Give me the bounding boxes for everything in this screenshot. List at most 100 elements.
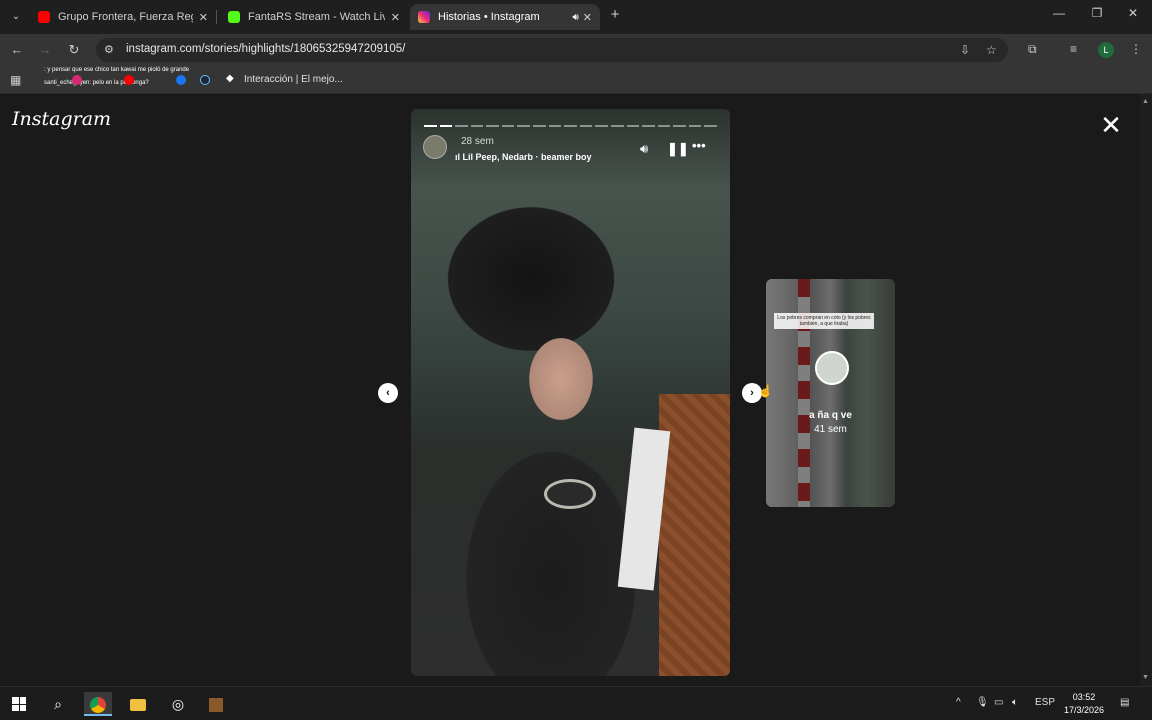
- story-music-label: Lil Peep, Nedarb · beamer boy: [462, 152, 592, 162]
- chrome-taskbar-icon[interactable]: [84, 692, 112, 716]
- hand-cursor-icon: ☝: [758, 384, 773, 398]
- search-icon[interactable]: ⌕: [44, 692, 72, 716]
- install-app-icon[interactable]: ⇩: [960, 43, 970, 57]
- media-control-icon[interactable]: ≡: [1070, 42, 1077, 56]
- progress-segment: [564, 125, 577, 127]
- forward-icon[interactable]: →: [36, 41, 54, 59]
- new-tab-button[interactable]: +: [606, 6, 624, 26]
- extensions-icon[interactable]: ⧉: [1028, 42, 1037, 57]
- story-music[interactable]: ıl Lil Peep, Nedarb · beamer boy: [455, 152, 592, 162]
- clock-date: 17/3/2026: [1063, 705, 1105, 715]
- close-window-icon[interactable]: ✕: [1120, 6, 1146, 20]
- minimize-icon[interactable]: —: [1046, 6, 1072, 20]
- restore-icon[interactable]: ❐: [1084, 6, 1110, 20]
- profile-avatar[interactable]: L: [1098, 42, 1114, 58]
- story-avatar[interactable]: [423, 135, 447, 159]
- tab-separator: [216, 10, 217, 24]
- scroll-down-icon[interactable]: ▼: [1142, 674, 1149, 681]
- menu-kebab-icon[interactable]: ⋮: [1130, 42, 1142, 56]
- progress-segment: [626, 125, 640, 127]
- page-scrollbar[interactable]: ▲ ▼: [1140, 94, 1152, 686]
- bookmark-overlay-text: : y pensar que ese chico tan kawai me pi…: [44, 67, 190, 73]
- windows-taskbar: ⌕ ◎ ^ 🎙︎ ▭ 🔈︎ ESP 03:52 17/3/2026 ▤: [0, 686, 1152, 720]
- bookmark-instagram-icon[interactable]: [72, 75, 82, 85]
- tab-close-icon[interactable]: ✕: [391, 11, 400, 24]
- previous-story-button[interactable]: ‹: [378, 383, 398, 403]
- file-explorer-icon[interactable]: [124, 692, 152, 716]
- next-story-caption: Los pobres compran en coto (y los pobres…: [774, 313, 874, 329]
- bookmark-star-icon[interactable]: ☆: [986, 43, 997, 57]
- youtube-icon: [38, 11, 50, 23]
- bookmark-interaccion[interactable]: ◆ Interacción | El mejo...: [226, 73, 343, 85]
- bookmark-steam-icon[interactable]: [200, 75, 210, 85]
- obs-icon[interactable]: ◎: [164, 692, 192, 716]
- address-bar[interactable]: ⚙ instagram.com/stories/highlights/18065…: [96, 38, 1008, 62]
- progress-segment: [439, 125, 453, 127]
- browser-toolbar: ← → ↻ ⚙ instagram.com/stories/highlights…: [0, 34, 1152, 66]
- pause-icon[interactable]: ❚❚: [667, 141, 689, 157]
- progress-segment: [610, 125, 624, 127]
- music-wave-icon: ıl: [455, 152, 463, 162]
- next-story-time: 41 sem: [814, 424, 847, 435]
- windows-start-icon[interactable]: [12, 697, 26, 711]
- tab-title: Historias • Instagram: [438, 11, 540, 23]
- taskbar-clock[interactable]: 03:52 17/3/2026: [1060, 691, 1108, 717]
- progress-segment: [595, 125, 608, 127]
- close-story-icon[interactable]: ✕: [1100, 112, 1122, 138]
- site-info-icon[interactable]: ⚙: [104, 43, 118, 57]
- next-story-name: a ña q ve: [809, 410, 852, 421]
- scroll-up-icon[interactable]: ▲: [1142, 98, 1149, 105]
- speaker-icon[interactable]: 🔊︎: [572, 12, 578, 23]
- progress-segment: [704, 125, 717, 127]
- language-indicator[interactable]: ESP: [1035, 697, 1055, 708]
- next-story-avatar: [815, 351, 849, 385]
- bookmark-label: Interacción | El mejo...: [244, 73, 343, 85]
- tray-chevron-icon[interactable]: ^: [956, 697, 961, 708]
- progress-segment: [548, 125, 562, 127]
- progress-segment: [517, 125, 531, 127]
- story-progress-bar: [424, 125, 717, 127]
- progress-segment: [688, 125, 702, 127]
- speaker-tray-icon[interactable]: 🔈︎: [1012, 697, 1018, 708]
- tab-strip: ⌄ Grupo Frontera, Fuerza Regida ✕ FantaR…: [0, 0, 1152, 34]
- bookmarks-bar: ▦ : y pensar que ese chico tan kawai me …: [0, 66, 1152, 94]
- notifications-icon[interactable]: ▤: [1120, 697, 1129, 708]
- tab-search-chevron-icon[interactable]: ⌄: [6, 6, 26, 26]
- tab-close-icon[interactable]: ✕: [199, 11, 208, 24]
- diamond-icon: ◆: [226, 73, 234, 84]
- apps-grid-icon[interactable]: ▦: [10, 73, 21, 87]
- tab-close-icon[interactable]: ✕: [583, 11, 592, 24]
- progress-segment: [533, 125, 546, 127]
- url-text[interactable]: instagram.com/stories/highlights/1806532…: [126, 43, 405, 55]
- back-icon[interactable]: ←: [8, 41, 26, 59]
- volume-icon[interactable]: 🔊︎: [640, 141, 648, 157]
- tab-kick[interactable]: FantaRS Stream - Watch Live on ✕: [220, 4, 408, 30]
- story-photo-logo: [544, 479, 596, 509]
- tab-instagram[interactable]: Historias • Instagram 🔊︎ ✕: [410, 4, 600, 30]
- progress-segment: [424, 125, 437, 127]
- progress-segment: [486, 125, 499, 127]
- progress-segment: [657, 125, 671, 127]
- bookmark-facebook-icon[interactable]: [176, 75, 186, 85]
- minecraft-icon[interactable]: [202, 692, 230, 716]
- progress-segment: [579, 125, 593, 127]
- progress-segment: [455, 125, 468, 127]
- tab-title: Grupo Frontera, Fuerza Regida: [58, 11, 193, 23]
- microphone-icon[interactable]: 🎙︎: [976, 697, 989, 708]
- instagram-logo[interactable]: Instagram: [12, 108, 111, 130]
- kick-icon: [228, 11, 240, 23]
- progress-segment: [470, 125, 484, 127]
- story-frame[interactable]: 28 sem ıl Lil Peep, Nedarb · beamer boy …: [411, 109, 730, 676]
- tab-title: FantaRS Stream - Watch Live on: [248, 11, 385, 23]
- next-story-preview[interactable]: Los pobres compran en coto (y los pobres…: [766, 279, 895, 507]
- progress-segment: [501, 125, 515, 127]
- network-icon[interactable]: ▭: [994, 697, 1003, 708]
- story-time: 28 sem: [461, 136, 494, 147]
- tab-youtube[interactable]: Grupo Frontera, Fuerza Regida ✕: [30, 4, 216, 30]
- progress-segment: [642, 125, 655, 127]
- bookmark-youtube-icon[interactable]: [124, 75, 134, 85]
- progress-segment: [673, 125, 686, 127]
- reload-icon[interactable]: ↻: [65, 41, 83, 59]
- instagram-icon: [418, 11, 430, 23]
- more-options-icon[interactable]: •••: [692, 138, 706, 153]
